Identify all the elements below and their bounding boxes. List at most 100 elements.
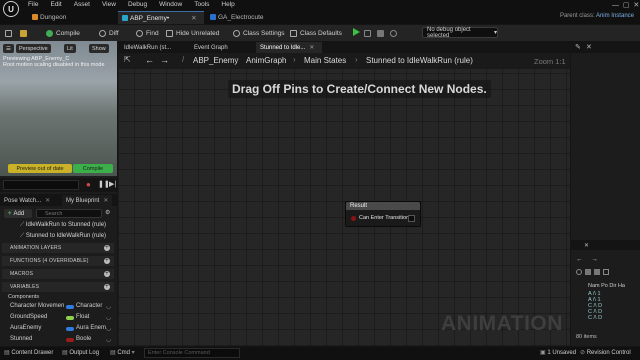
eye-icon[interactable]: ◡: [106, 303, 111, 310]
back-arrow-icon[interactable]: ←: [576, 256, 583, 263]
eye-icon[interactable]: ◡: [106, 336, 111, 343]
hide-unrelated-button[interactable]: Hide Unrelated: [166, 28, 219, 38]
menu-debug[interactable]: Debug: [128, 1, 147, 8]
menu-window[interactable]: Window: [159, 1, 182, 8]
unreal-logo-icon[interactable]: U: [3, 1, 19, 17]
close-icon[interactable]: ✕: [309, 44, 314, 51]
section-variables[interactable]: VARIABLES +: [2, 282, 114, 292]
details-close-icon[interactable]: ✕: [586, 43, 592, 51]
class-defaults-button[interactable]: Class Defaults: [290, 28, 342, 38]
stop-button[interactable]: [377, 28, 387, 38]
record-icon[interactable]: ●: [86, 180, 91, 189]
timeline-scrubber[interactable]: [3, 180, 79, 190]
find-button[interactable]: Find: [136, 28, 159, 38]
search-input[interactable]: Search: [36, 209, 102, 218]
back-arrow-icon[interactable]: ←: [145, 55, 154, 65]
stop-icon: [377, 29, 384, 37]
variable-row[interactable]: Stunned Boole ◡: [2, 335, 114, 345]
menu-asset[interactable]: Asset: [74, 1, 90, 8]
tab-pose-watch[interactable]: Pose Watch... ✕: [4, 195, 50, 206]
add-button[interactable]: + Add: [4, 209, 32, 218]
play-icon[interactable]: [353, 28, 360, 36]
pin-label: Can Enter Transition: [359, 215, 410, 221]
tab-stunned-to-idle[interactable]: Stunned to Idle... ✕: [256, 42, 322, 53]
pause-icon[interactable]: ❚❚: [98, 180, 110, 188]
menu-edit[interactable]: Edit: [50, 1, 61, 8]
close-icon[interactable]: ✕: [45, 197, 50, 204]
lit-button[interactable]: Lit: [64, 44, 76, 53]
revision-control-button[interactable]: ⊘ Revision Control: [580, 349, 631, 356]
section-macros[interactable]: MACROS +: [2, 269, 114, 279]
close-icon[interactable]: ✕: [103, 197, 108, 204]
forward-arrow-icon[interactable]: →: [160, 55, 169, 65]
breadcrumb-item[interactable]: ABP_Enemy: [193, 56, 238, 65]
filter-icon[interactable]: [585, 269, 591, 275]
add-icon[interactable]: +: [104, 245, 110, 251]
output-log-button[interactable]: ▤ Output Log: [62, 349, 99, 356]
graph-hint-text: Drag Off Pins to Create/Connect New Node…: [228, 80, 491, 98]
search-icon[interactable]: [576, 269, 582, 275]
breadcrumb-item[interactable]: Stunned to IdleWalkRun (rule): [366, 56, 473, 65]
tab-event-graph[interactable]: Event Graph: [190, 42, 250, 53]
gear-icon[interactable]: ⚙: [105, 209, 110, 216]
add-icon[interactable]: +: [104, 271, 110, 277]
tab-abp-enemy[interactable]: ABP_Enemy• ✕: [118, 11, 204, 24]
content-drawer-button[interactable]: ▤ Content Drawer: [4, 349, 53, 356]
class-settings-button[interactable]: Class Settings: [233, 28, 285, 38]
tab-ga-electrocute[interactable]: GA_Electrocute: [206, 11, 296, 24]
breadcrumb-item[interactable]: AnimGraph: [246, 56, 286, 65]
menu-tools[interactable]: Tools: [194, 1, 209, 8]
browse-button[interactable]: [20, 28, 30, 38]
forward-arrow-icon[interactable]: →: [591, 256, 598, 263]
options-button[interactable]: [390, 28, 400, 38]
variable-row[interactable]: Character Movemen Character ◡: [2, 302, 114, 312]
variable-row[interactable]: AuraEnemy Aura Enem ◡: [2, 324, 114, 334]
preview-out-of-date-button[interactable]: Preview out of date: [8, 164, 72, 173]
add-icon[interactable]: +: [104, 258, 110, 264]
can-enter-checkbox[interactable]: [408, 215, 415, 222]
show-button[interactable]: Show: [89, 44, 109, 53]
variable-row[interactable]: GroundSpeed Float ◡: [2, 313, 114, 323]
add-icon[interactable]: +: [104, 284, 110, 290]
unsaved-indicator[interactable]: ▣ 1 Unsaved: [540, 349, 576, 356]
tab-idlewalkrun[interactable]: IdleWalkRun (st...: [120, 42, 182, 53]
section-functions[interactable]: FUNCTIONS (4 OVERRIDABLE) +: [2, 256, 114, 266]
hide-icon: [166, 29, 173, 37]
viewport-compile-button[interactable]: Compile: [73, 164, 113, 173]
window-controls[interactable]: — ▢ ✕: [612, 1, 639, 9]
diff-icon: [99, 29, 106, 37]
eye-icon[interactable]: ◡: [106, 314, 111, 321]
parent-class-link[interactable]: Anim Instance: [596, 13, 634, 19]
tab-dungeon[interactable]: Dungeon: [28, 11, 116, 24]
input-pin[interactable]: [351, 216, 356, 221]
next-frame-icon[interactable]: ▶|: [109, 180, 116, 188]
compile-button[interactable]: Compile: [46, 28, 80, 38]
diff-button[interactable]: Diff: [99, 28, 119, 38]
graph-options-icon[interactable]: ⇱: [124, 55, 131, 64]
graph-item[interactable]: ⟋ Stunned to IdleWalkRun (rule): [20, 233, 106, 240]
pencil-icon[interactable]: ✎: [575, 43, 581, 51]
list-item[interactable]: C /\ D: [588, 315, 602, 321]
save-button[interactable]: [5, 28, 15, 38]
step-button[interactable]: [364, 28, 374, 38]
menu-help[interactable]: Help: [221, 1, 234, 8]
tab-my-blueprint[interactable]: My Blueprint ✕: [62, 195, 113, 206]
section-animation-layers[interactable]: ANIMATION LAYERS +: [2, 243, 114, 253]
result-node[interactable]: Result Can Enter Transition: [345, 201, 421, 227]
perspective-button[interactable]: Perspective: [16, 44, 51, 53]
breadcrumb-item[interactable]: Main States: [304, 56, 346, 65]
close-icon[interactable]: ✕: [191, 14, 196, 22]
viewport-menu-button[interactable]: ☰: [3, 44, 14, 53]
graph-item[interactable]: ⟋ IdleWalkRun to Stunned (rule): [20, 222, 106, 229]
menu-file[interactable]: File: [28, 1, 38, 8]
menu-view[interactable]: View: [102, 1, 116, 8]
components-category[interactable]: Components: [8, 294, 39, 300]
console-input[interactable]: Enter Console Command: [144, 348, 240, 358]
folder-icon[interactable]: [594, 269, 600, 275]
asset-column-header[interactable]: Nam Po Dir Ha: [588, 283, 625, 289]
asset-close-icon[interactable]: ✕: [584, 242, 589, 249]
cmd-button[interactable]: ▤ Cmd ▾: [110, 349, 135, 356]
debug-object-select[interactable]: No debug object selected ▾: [422, 27, 498, 39]
eye-icon[interactable]: ◡: [106, 325, 111, 332]
settings-icon[interactable]: [603, 269, 609, 275]
